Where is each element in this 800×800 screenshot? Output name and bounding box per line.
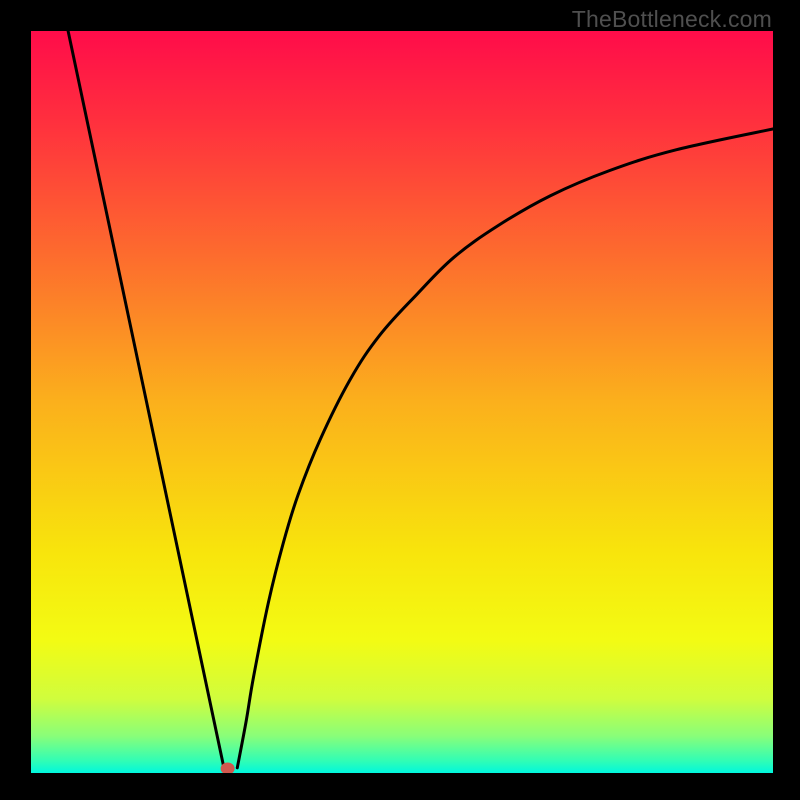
chart-frame: TheBottleneck.com	[0, 0, 800, 800]
chart-background	[31, 31, 773, 773]
chart-svg	[31, 31, 773, 773]
watermark-text: TheBottleneck.com	[572, 6, 772, 33]
chart-plot-area	[31, 31, 773, 773]
